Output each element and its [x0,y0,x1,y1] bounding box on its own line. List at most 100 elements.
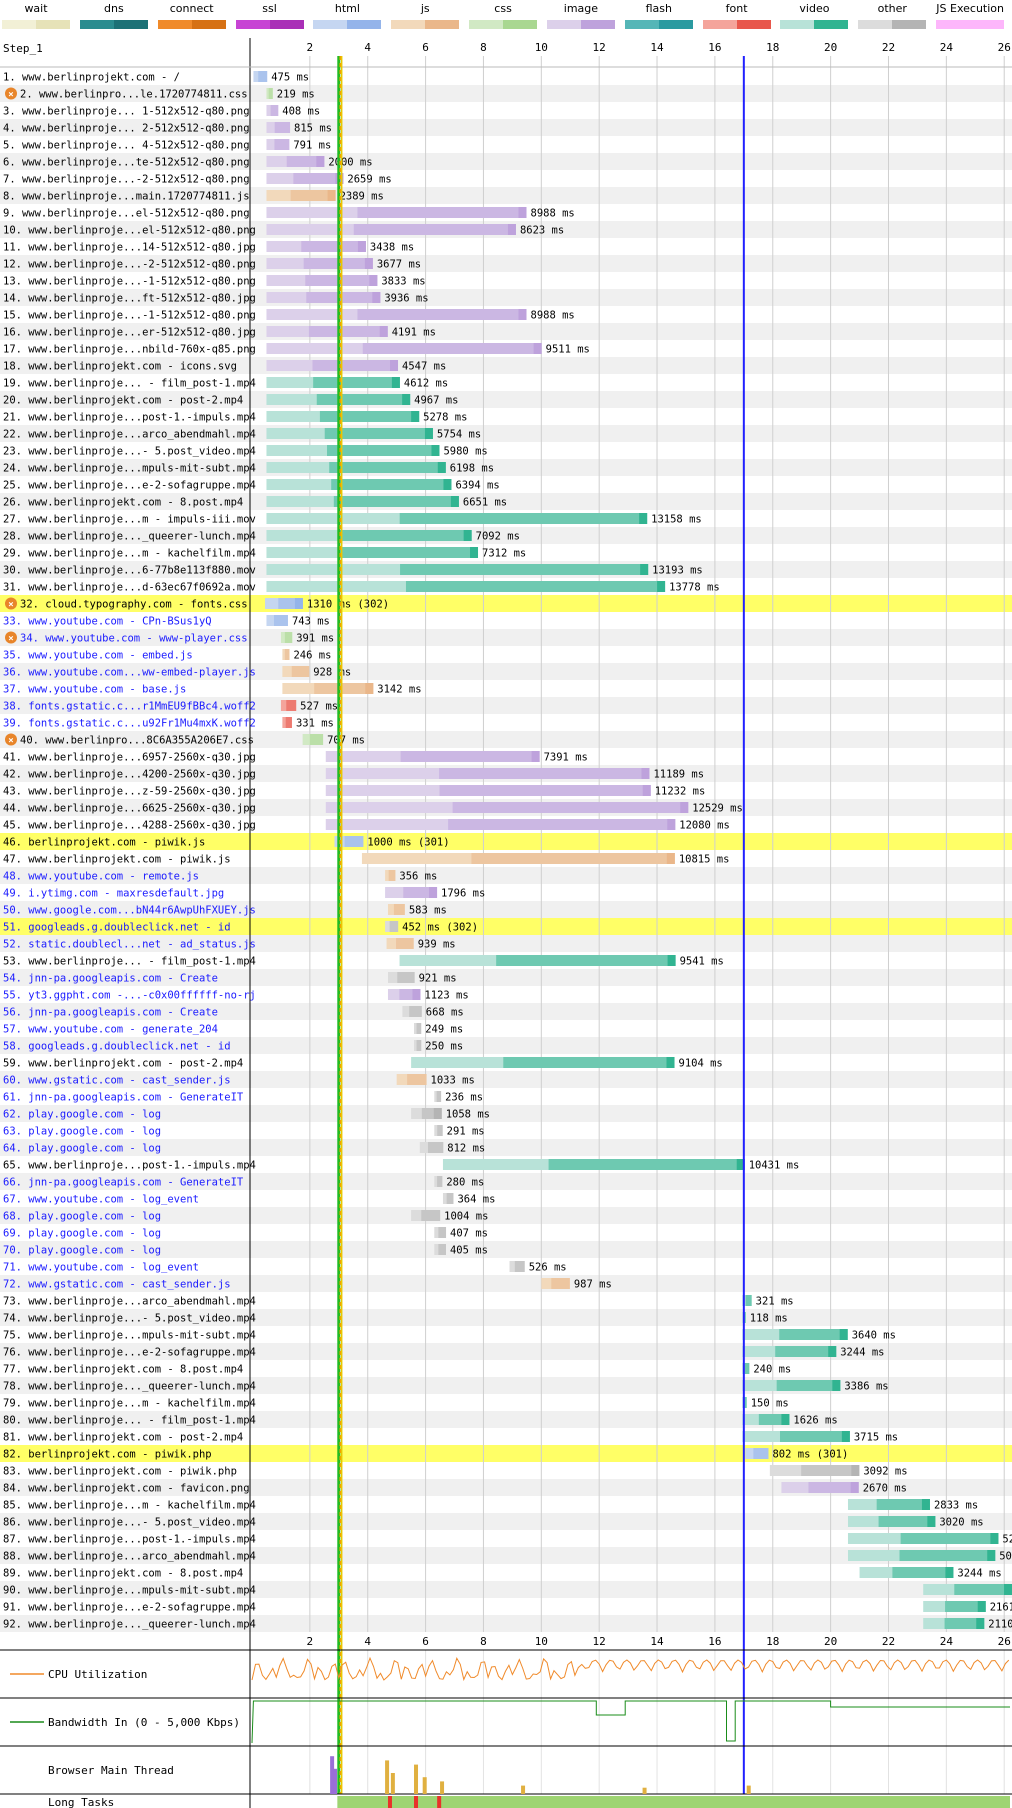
request-bar-download [407,1074,427,1085]
request-bar-download [471,853,675,864]
request-time-label: 10431 ms [749,1160,800,1172]
request-time-label: 246 ms [293,650,331,662]
request-bar-download [362,343,542,354]
request-time-label: 405 ms [450,1245,488,1257]
request-label: 64. play.google.com - log [3,1143,161,1155]
waterfall-legend: wait dns connect ssl html js css image flash font… [0,0,1012,34]
request-bar-chunk [316,156,325,167]
request-bar-download [428,1142,444,1153]
request-bar-download [452,802,689,813]
request-bar-download [439,785,651,796]
request-label: 82. berlinprojekt.com - piwik.php [3,1449,212,1461]
request-label: 91. www.berlinproje...e-2-sofagruppe.mp4 [3,1602,256,1614]
request-bar-download [312,360,399,371]
request-label: 52. static.doublecl...net - ad_status.js [3,939,256,951]
request-bar-download [306,292,381,303]
request-label: 76. www.berlinproje...e-2-sofagruppe.mp4 [3,1347,256,1359]
request-time-label: 3386 ms [844,1381,888,1393]
request-time-label: 8623 ms [520,225,564,237]
request-bar-download [780,1431,850,1442]
axis-tick-label-top: 12 [593,41,606,54]
request-label: 17. www.berlinproje...nbild-760x-q85.png [3,344,256,356]
request-time-label: 668 ms [426,1007,464,1019]
axis-tick-label-bottom: 22 [882,1635,895,1648]
axis-tick-label-top: 22 [882,41,895,54]
request-label: 62. play.google.com - log [3,1109,161,1121]
request-time-label: 280 ms [446,1177,484,1189]
main-thread-spike [440,1781,445,1794]
request-time-label: 815 ms [294,123,332,135]
request-bar-chunk [839,1329,848,1340]
request-bar-chunk [666,853,675,864]
request-bar-download [496,955,676,966]
request-label: 78. www.berlinproje..._queerer-lunch.mp4 [3,1381,256,1393]
request-label: 11. www.berlinproje...14-512x512-q80.jpg [3,242,256,254]
legend-item: flash [623,0,695,34]
request-bar-chunk [666,1057,675,1068]
request-bar-download [327,445,440,456]
request-label: 19. www.berlinproje... - film_post-1.mp4 [3,378,256,390]
request-time-label: 6198 ms [450,463,494,475]
cpu-utilization-trace [251,1656,1010,1682]
request-time-label: 4547 ms [402,361,446,373]
request-bar-download [416,1040,422,1051]
request-time-label: 3244 ms [957,1568,1001,1580]
legend-label: js [420,2,430,15]
request-label: 23. www.berlinproje...- 5.post_video.mp4 [3,446,256,458]
request-bar-download [308,326,388,337]
legend-item: dns [78,0,150,34]
axis-tick-label-bottom: 10 [535,1635,548,1648]
request-label: 84. www.berlinprojekt.com - favicon.png [3,1483,250,1495]
request-bar-chunk [639,513,648,524]
request-bar-download [393,904,405,915]
request-bar-chunk [927,1516,936,1527]
request-bar-download [548,1159,745,1170]
request-bar-download [446,1193,454,1204]
legend-label: dns [104,2,124,15]
request-label: 4. www.berlinproje... 2-512x512-q80.png [3,123,250,135]
legend-label: ssl [262,2,277,15]
request-bar-chunk [433,1108,442,1119]
request-time-label: 250 ms [425,1041,463,1053]
request-bar-chunk [533,343,542,354]
request-time-label: 4191 ms [392,327,436,339]
request-label: 38. fonts.gstatic.c...r1MmEU9fBBc4.woff2 [3,701,256,713]
request-label: 71. www.youtube.com - log_event [3,1262,199,1274]
request-time-label: 1004 ms [444,1211,488,1223]
request-time-label: 3020 ms [939,1517,983,1529]
request-bar-download [779,1329,848,1340]
request-time-label: 10815 ms [679,854,730,866]
request-bar-chunk [1004,1584,1012,1595]
request-bar-download [514,1261,525,1272]
request-label: 18. www.berlinprojekt.com - icons.svg [3,361,237,373]
legend-swatch [313,20,382,29]
request-time-label: 150 ms [751,1398,789,1410]
request-label: 47. www.berlinprojekt.com - piwik.js [3,854,231,866]
legend-swatch [780,20,849,29]
request-bar-chunk [680,802,689,813]
legend-label: wait [24,2,48,15]
request-label: 67. www.youtube.com - log_event [3,1194,199,1206]
main-thread-spike [746,1785,751,1794]
long-task-block [414,1796,419,1808]
request-bar-download [329,462,446,473]
request-label: 36. www.youtube.com...ww-embed-player.js [3,667,256,679]
request-time-label: 812 ms [447,1143,485,1155]
request-bar-download [551,1278,570,1289]
request-bar-download [333,496,459,507]
request-time-label: 583 ms [409,905,447,917]
request-bar-chunk [429,887,438,898]
request-bar-chunk [828,1346,837,1357]
request-label: 63. play.google.com - log [3,1126,161,1138]
request-time-label: 9104 ms [679,1058,723,1070]
request-bar-download [357,309,527,320]
axis-tick-label-bottom: 18 [766,1635,779,1648]
request-bar-chunk [365,683,374,694]
request-bar-download [274,122,291,133]
request-time-label: 407 ms [450,1228,488,1240]
request-bar-download [439,768,650,779]
request-bar-download [284,649,290,660]
request-bar-download [448,819,676,830]
request-label: 35. www.youtube.com - embed.js [3,650,193,662]
legend-swatch [235,20,304,29]
